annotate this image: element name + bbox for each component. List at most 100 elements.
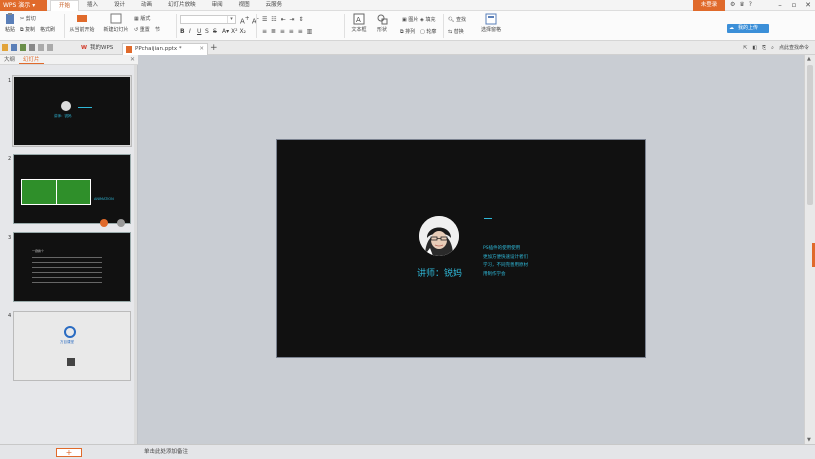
tab-slideshow[interactable]: 幻灯片放映 <box>160 0 204 11</box>
slide-number: 3 <box>8 235 12 241</box>
cloud-upload-button[interactable]: ☁ 我的上传 <box>727 24 769 33</box>
course-intro-text[interactable]: PS插件的使用使用 更加方便快速设计者们 学习，不同完善用原材 用制作学会 <box>483 245 539 279</box>
lecturer-photo[interactable] <box>419 216 459 256</box>
chevron-down-icon[interactable]: ▾ <box>227 16 235 23</box>
bold-button[interactable]: B <box>180 28 185 35</box>
title-bar: WPS 演示 ▾ 开始 插入 设计 动画 幻灯片放映 审阅 视图 云服务 未登录… <box>0 0 815 11</box>
reset-label: 重置 <box>139 27 150 33</box>
tab-home[interactable]: 开始 <box>50 0 80 11</box>
align-buttons[interactable]: ≡ ≣ ≡ ≡ ≡ ▥ <box>262 28 313 35</box>
tab-cloud[interactable]: 云服务 <box>258 0 291 11</box>
replace-label: 替换 <box>453 29 464 35</box>
tab-insert[interactable]: 插入 <box>79 0 106 11</box>
fill-button[interactable]: ◈ 填充 <box>420 16 435 23</box>
scroll-up-icon[interactable]: ▲ <box>807 56 811 62</box>
scrollbar-thumb[interactable] <box>807 65 813 205</box>
thumb-caption: 万目课堂 <box>60 340 74 344</box>
undo-icon[interactable] <box>38 44 44 51</box>
cut-label: 剪切 <box>25 16 36 22</box>
tab-slides[interactable]: 幻灯片 <box>19 55 44 64</box>
close-tab-icon[interactable]: ✕ <box>199 44 204 55</box>
slide-canvas[interactable]: 讲师：锐妈 PS插件的使用使用 更加方便快速设计者们 学习，不同完善用原材 用制… <box>276 139 646 358</box>
tab-outline[interactable]: 大纲 <box>0 55 19 64</box>
app-menu-button[interactable]: WPS 演示 ▾ <box>0 0 47 11</box>
tab-my-wps[interactable]: W 我的WPS <box>78 43 120 55</box>
select-pane-button[interactable]: 选择窗格 <box>478 11 504 33</box>
picture-button[interactable]: ▣ 图片 <box>402 16 418 23</box>
divider <box>56 179 57 205</box>
redo-icon[interactable] <box>47 44 53 51</box>
new-slide-label: 新建幻灯片 <box>103 27 129 33</box>
slides-panel: 大纲 幻灯片 ✕ 1 讲师：锐妈 2 ANIMATION 3 一键换个 4 万目… <box>0 55 138 444</box>
slide-thumbnail-4[interactable]: 万目课堂 <box>13 311 131 381</box>
play-icon[interactable] <box>100 219 108 227</box>
format-painter-button[interactable]: 格式刷 <box>40 26 55 33</box>
preview-icon[interactable] <box>29 44 35 51</box>
new-tab-button[interactable]: + <box>210 43 218 54</box>
reset-button[interactable]: ↺ 重置 <box>134 26 150 33</box>
section-button[interactable]: 节 <box>155 26 160 33</box>
slide-thumbnail-2[interactable]: ANIMATION <box>13 154 131 227</box>
font-color-button[interactable]: A▾ X² X₂ <box>222 28 246 35</box>
replace-button[interactable]: ⇆ 替换 <box>448 28 464 35</box>
print-icon[interactable] <box>20 44 26 51</box>
minimize-button[interactable]: – <box>773 0 787 11</box>
text-box-button[interactable]: A 文本框 <box>348 11 370 33</box>
login-button[interactable]: 未登录 <box>693 0 725 11</box>
ribbon: 粘贴 ✂ 剪切 ⧉ 复制 格式刷 从当前开始 新建幻灯片 ▦ 版式 ↺ 重置 节… <box>0 11 815 41</box>
shapes-button[interactable]: 形状 <box>373 11 391 33</box>
tab-view[interactable]: 视图 <box>231 0 258 11</box>
text-box-icon: A <box>353 13 365 25</box>
cut-button[interactable]: ✂ 剪切 <box>20 15 36 22</box>
close-button[interactable]: ✕ <box>801 0 815 11</box>
bookmark-icon[interactable]: ◧ <box>752 45 757 51</box>
arrange-button[interactable]: ⧉ 排列 <box>400 28 415 35</box>
font-name-field[interactable]: ▾ <box>180 15 236 24</box>
new-slide-button[interactable]: 新建幻灯片 <box>100 11 132 33</box>
find-label: 查找 <box>455 17 466 23</box>
tab-design[interactable]: 设计 <box>106 0 133 11</box>
audio-icon[interactable] <box>117 219 125 227</box>
separator <box>256 14 257 38</box>
share-icon[interactable]: ⎘ <box>762 45 766 51</box>
from-current-button[interactable]: 从当前开始 <box>66 11 98 33</box>
tab-document[interactable]: PPchaijian.pptx * ✕ <box>122 43 208 55</box>
svg-text:A: A <box>356 16 361 24</box>
skin-icon[interactable]: ♛ <box>739 1 744 8</box>
shapes-label: 形状 <box>376 27 387 33</box>
tab-review[interactable]: 审阅 <box>204 0 231 11</box>
underline-button[interactable]: U <box>197 28 201 35</box>
command-search-input[interactable]: 点此查找命令 <box>779 44 809 51</box>
slide-thumbnail-1[interactable]: 讲师：锐妈 <box>12 75 132 147</box>
outline-button[interactable]: ▢ 轮廓 <box>420 28 436 35</box>
italic-button[interactable]: I <box>189 28 191 35</box>
scroll-down-icon[interactable]: ▼ <box>807 437 811 443</box>
lecturer-name[interactable]: 讲师：锐妈 <box>417 266 462 279</box>
add-slide-button[interactable]: + <box>56 448 82 457</box>
panel-scrollbar[interactable] <box>134 65 137 444</box>
avatar <box>61 101 71 111</box>
paste-button[interactable]: 粘贴 <box>3 11 17 33</box>
settings-icon[interactable]: ⚙ <box>730 1 735 8</box>
shadow-button[interactable]: S <box>205 28 209 35</box>
open-icon[interactable] <box>2 44 8 51</box>
layout-button[interactable]: ▦ 版式 <box>134 15 150 22</box>
pin-icon[interactable]: ⇱ <box>743 45 747 51</box>
notes-field[interactable]: 单击此处添加备注 <box>144 447 188 457</box>
find-button[interactable]: 🔍︎ 查找 <box>448 16 466 23</box>
tab-animation[interactable]: 动画 <box>133 0 160 11</box>
save-icon[interactable] <box>11 44 17 51</box>
from-current-label: 从当前开始 <box>69 27 95 33</box>
strike-button[interactable]: S <box>213 28 217 35</box>
outline-label: 轮廓 <box>426 29 437 35</box>
list-buttons[interactable]: ☰ ☷ ⇤ ⇥ ⇕ <box>262 16 304 23</box>
format-painter-label: 格式刷 <box>40 27 56 33</box>
help-icon[interactable]: ? <box>749 1 752 8</box>
copy-button[interactable]: ⧉ 复制 <box>20 26 35 33</box>
qr-code-icon <box>67 358 75 366</box>
maximize-button[interactable]: ▫ <box>787 0 801 11</box>
select-pane-icon <box>485 13 497 25</box>
close-icon[interactable]: ✕ <box>130 55 135 65</box>
slide-thumbnail-3[interactable]: 一键换个 <box>13 232 131 302</box>
intro-line: 用制作学会 <box>483 271 506 277</box>
